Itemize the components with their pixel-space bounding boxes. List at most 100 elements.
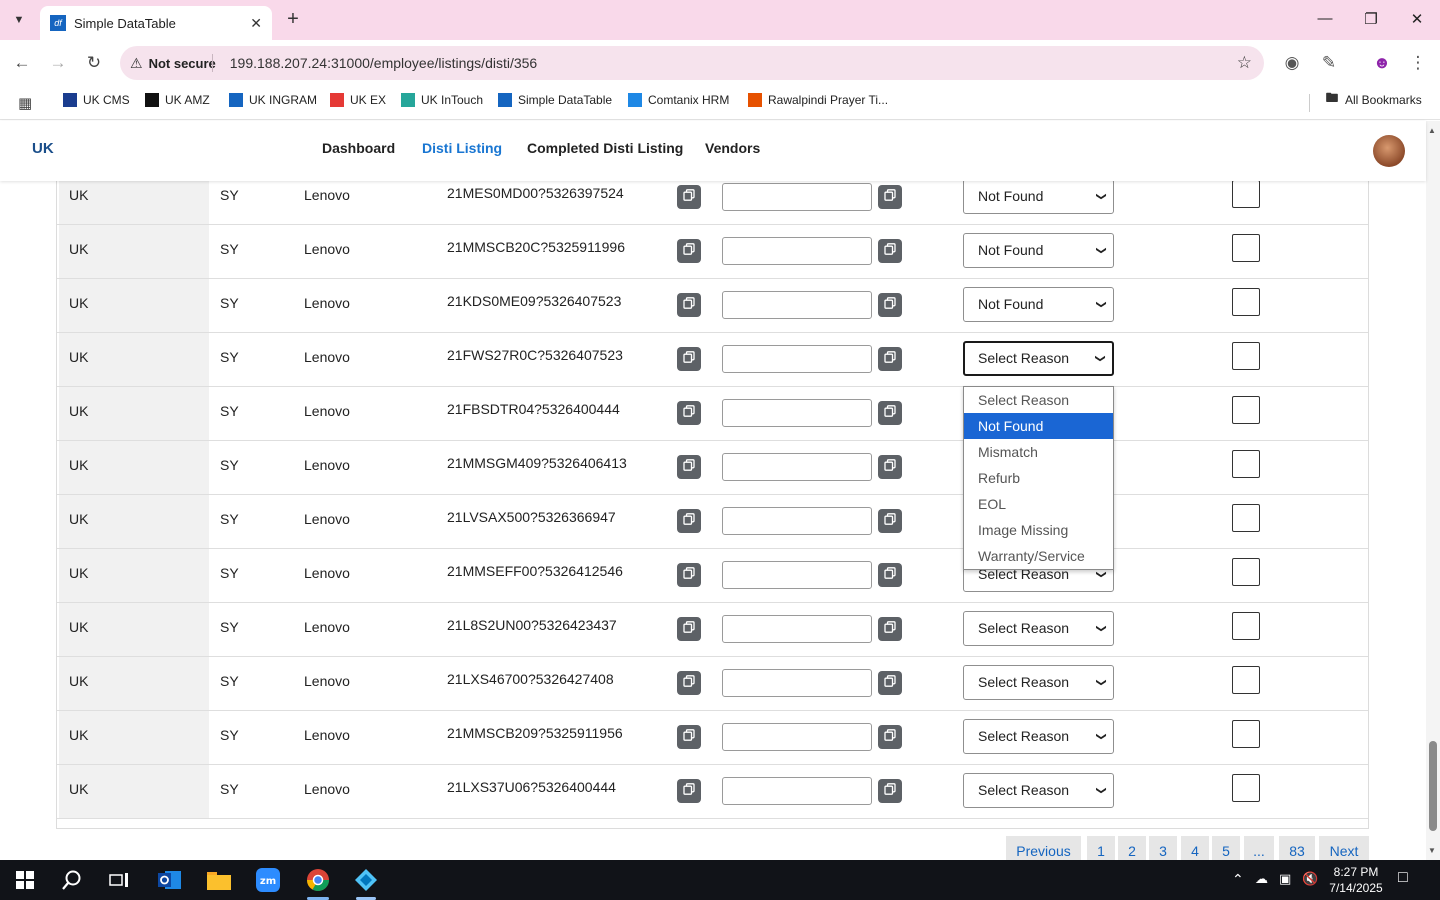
row-checkbox[interactable] [1232,666,1260,694]
reload-icon[interactable]: ↻ [83,52,105,74]
copy-sku-button[interactable] [677,779,701,803]
reason-select[interactable]: Select Reason ❯ [963,719,1114,754]
chrome-icon[interactable] [306,868,330,892]
search-icon[interactable] [60,868,84,892]
bookmark-item[interactable]: UK AMZ [145,93,210,107]
reason-select[interactable]: Select Reason ❯ [963,611,1114,646]
copy-sku-button[interactable] [677,239,701,263]
dropdown-option[interactable]: Mismatch [964,439,1113,465]
tab-search-button[interactable]: ▼ [6,8,32,32]
reason-select[interactable]: Not Found ❯ [963,233,1114,268]
bookmark-item[interactable]: Comtanix HRM [628,93,729,107]
paste-button[interactable] [878,779,902,803]
dropdown-option[interactable]: Image Missing [964,517,1113,543]
dropdown-option[interactable]: Not Found [964,413,1113,439]
paste-button[interactable] [878,509,902,533]
app-diamond-icon[interactable] [354,868,378,892]
bookmark-item[interactable]: UK EX [330,93,386,107]
avatar[interactable] [1373,135,1405,167]
value-input[interactable] [722,507,872,535]
volume-muted-icon[interactable]: 🔇 [1302,871,1318,887]
paste-button[interactable] [878,617,902,641]
value-input[interactable] [722,561,872,589]
row-checkbox[interactable] [1232,234,1260,262]
paste-button[interactable] [878,347,902,371]
paste-button[interactable] [878,725,902,749]
row-checkbox[interactable] [1232,720,1260,748]
paste-button[interactable] [878,185,902,209]
bookmark-item[interactable]: UK INGRAM [229,93,317,107]
onedrive-icon[interactable]: ☁ [1255,871,1268,887]
apps-grid-icon[interactable]: ▦ [18,94,32,112]
reason-select[interactable]: Select Reason ❯ [963,665,1114,700]
value-input[interactable] [722,291,872,319]
extensions-icon[interactable]: ✎ [1318,53,1340,73]
file-explorer-icon[interactable] [207,868,231,892]
dropdown-option[interactable]: Warranty/Service [964,543,1113,569]
copy-sku-button[interactable] [677,617,701,641]
paste-button[interactable] [878,401,902,425]
scroll-up-icon[interactable]: ▲ [1428,126,1436,135]
reason-select[interactable]: Select Reason ❯ [963,773,1114,808]
chevron-up-icon[interactable]: ⌃ [1232,871,1244,888]
row-checkbox[interactable] [1232,774,1260,802]
address-bar[interactable]: ⚠ Not secure 199.188.207.24:31000/employ… [120,46,1264,80]
dropdown-option[interactable]: Refurb [964,465,1113,491]
windows-start-icon[interactable] [13,868,37,892]
nav-disti-listing[interactable]: Disti Listing [422,140,502,156]
page-scrollbar[interactable]: ▲ ▼ [1426,121,1440,860]
outlook-icon[interactable] [158,868,182,892]
translate-icon[interactable]: ◉ [1281,53,1303,73]
paste-button[interactable] [878,455,902,479]
notification-icon[interactable]: □ [1398,869,1408,887]
copy-sku-button[interactable] [677,293,701,317]
kebab-menu-icon[interactable]: ⋮ [1407,53,1429,73]
bookmark-item[interactable]: Simple DataTable [498,93,612,107]
scrollbar-thumb[interactable] [1429,741,1437,831]
security-label[interactable]: Not secure [149,56,216,71]
bookmark-star-icon[interactable]: ☆ [1237,53,1252,73]
uk-logo[interactable]: UK [32,140,58,162]
back-arrow-icon[interactable]: ← [11,52,33,74]
row-checkbox[interactable] [1232,181,1260,208]
copy-sku-button[interactable] [677,563,701,587]
system-clock[interactable]: 8:27 PM 7/14/2025 [1318,864,1394,896]
row-checkbox[interactable] [1232,396,1260,424]
paste-button[interactable] [878,239,902,263]
row-checkbox[interactable] [1232,612,1260,640]
paste-button[interactable] [878,563,902,587]
zoom-icon[interactable]: zm [256,868,280,892]
value-input[interactable] [722,723,872,751]
profile-icon[interactable]: ☻ [1371,53,1393,73]
bookmark-item[interactable]: Rawalpindi Prayer Ti... [748,93,888,107]
copy-sku-button[interactable] [677,671,701,695]
minimize-icon[interactable]: — [1315,10,1335,27]
row-checkbox[interactable] [1232,450,1260,478]
value-input[interactable] [722,399,872,427]
value-input[interactable] [722,183,872,211]
paste-button[interactable] [878,293,902,317]
restore-icon[interactable]: ❐ [1361,10,1381,28]
nav-dashboard[interactable]: Dashboard [322,140,395,156]
reason-dropdown-list[interactable]: Select Reason Not Found Mismatch Refurb EOL I… [963,386,1114,570]
copy-sku-button[interactable] [677,509,701,533]
url-text[interactable]: 199.188.207.24:31000/employee/listings/d… [230,55,537,71]
copy-sku-button[interactable] [677,347,701,371]
forward-arrow-icon[interactable]: → [47,52,69,74]
dropdown-option[interactable]: EOL [964,491,1113,517]
copy-sku-button[interactable] [677,725,701,749]
browser-tab[interactable]: df Simple DataTable ✕ [40,6,272,40]
value-input[interactable] [722,777,872,805]
nav-vendors[interactable]: Vendors [705,140,760,156]
close-icon[interactable]: ✕ [250,15,262,32]
nav-completed-disti-listing[interactable]: Completed Disti Listing [527,140,683,156]
row-checkbox[interactable] [1232,288,1260,316]
value-input[interactable] [722,615,872,643]
bookmark-item[interactable]: UK CMS [63,93,130,107]
scroll-down-icon[interactable]: ▼ [1428,846,1436,855]
value-input[interactable] [722,237,872,265]
copy-sku-button[interactable] [677,455,701,479]
reason-select[interactable]: Not Found ❯ [963,287,1114,322]
dropdown-option[interactable]: Select Reason [964,387,1113,413]
new-tab-button[interactable]: + [282,8,304,30]
